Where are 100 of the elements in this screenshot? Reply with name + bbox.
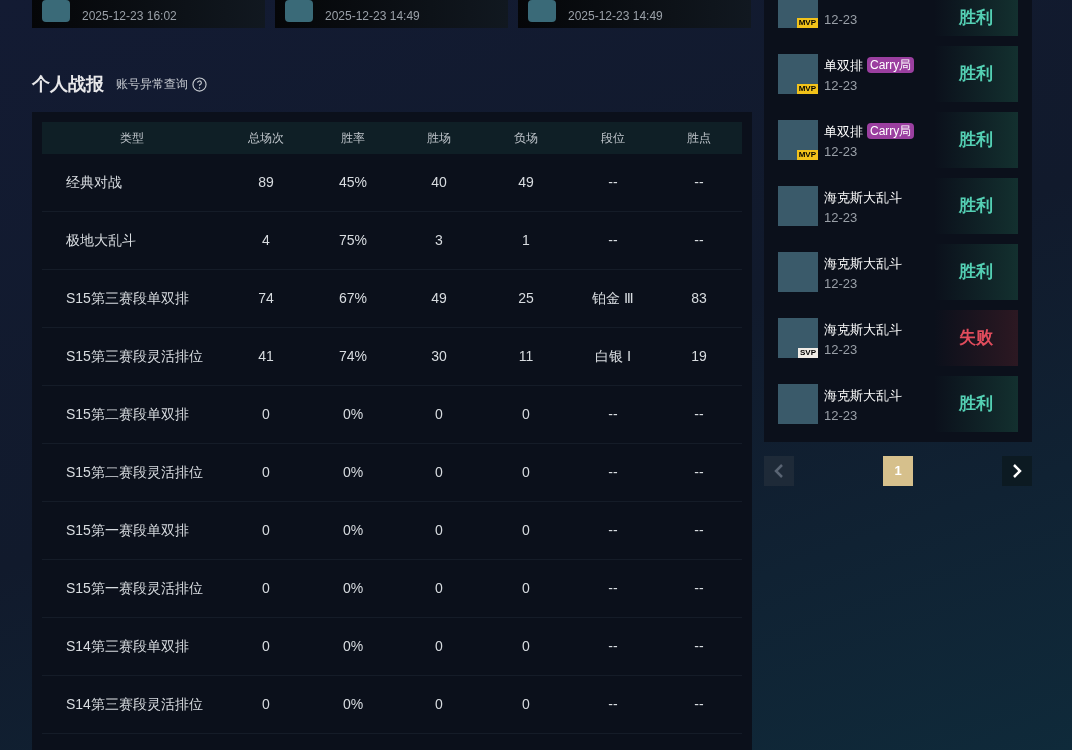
section-title: 个人战报 [32, 72, 104, 96]
table-cell-text: -- [693, 173, 705, 192]
table-cell-text: S15第二赛段灵活排位 [65, 463, 204, 482]
table-cell-text: -- [607, 173, 619, 192]
column-header: 段位 [600, 130, 626, 147]
game-mode: 海克斯大乱斗 [824, 254, 902, 273]
match-card[interactable]: 2025-12-23 16:02 [32, 0, 265, 28]
rank-badge: MVP [796, 18, 818, 28]
column-header: 类型 [119, 130, 145, 147]
table-cell-text: 30 [430, 347, 448, 366]
table-cell-text: -- [693, 405, 705, 424]
match-card[interactable]: 2025-12-23 14:49 [518, 0, 751, 28]
table-cell-text: -- [607, 637, 619, 656]
table-cell-text: 25 [517, 289, 535, 308]
table-cell-text: 40 [430, 173, 448, 192]
table-cell-text: 0% [341, 637, 365, 656]
table-cell-text: S15第二赛段单双排 [65, 405, 190, 424]
column-header: 胜率 [340, 130, 366, 147]
table-cell-text: 0 [434, 405, 444, 424]
next-page-button[interactable] [1002, 456, 1032, 486]
table-cell-text: 11 [517, 347, 535, 366]
match-date: 12-23 [824, 79, 859, 92]
table-cell-text: -- [693, 463, 705, 482]
table-cell-text: 1 [521, 231, 531, 250]
game-mode: 单双排 [824, 56, 863, 75]
table-cell-text: S14第三赛段单双排 [65, 637, 190, 656]
table-cell-text: 4 [261, 231, 271, 250]
table-cell-text: 0 [434, 463, 444, 482]
game-mode: 单双排 [824, 122, 863, 141]
game-mode: 海克斯大乱斗 [824, 320, 902, 339]
table-cell-text: 0 [261, 637, 271, 656]
table-cell-text: 0 [521, 579, 531, 598]
table-cell-text: S15第一赛段灵活排位 [65, 579, 204, 598]
table-cell-text: -- [607, 695, 619, 714]
table-cell-text: 49 [430, 289, 448, 308]
table-cell-text: S15第一赛段单双排 [65, 521, 190, 540]
table-cell-text: 0 [521, 463, 531, 482]
table-cell-text: 0 [434, 637, 444, 656]
table-cell-text: 49 [517, 173, 535, 192]
table-cell-text: 74 [257, 289, 275, 308]
avatar-placeholder [778, 252, 818, 292]
game-mode: 海克斯大乱斗 [824, 386, 902, 405]
carry-tag: Carry局 [867, 123, 915, 140]
table-cell-text: -- [607, 405, 619, 424]
rank-badge: MVP [796, 150, 818, 160]
table-cell-text: 0 [261, 521, 271, 540]
help-icon [192, 76, 207, 92]
table-cell-text: 0 [434, 579, 444, 598]
table-cell-text: 经典对战 [65, 173, 123, 192]
table-cell-text: 0% [341, 405, 365, 424]
table-cell-text: 0 [434, 695, 444, 714]
table-cell-text: S15第三赛段单双排 [65, 289, 190, 308]
table-cell-text: -- [607, 463, 619, 482]
table-cell-text: -- [693, 231, 705, 250]
avatar-placeholder [528, 0, 556, 22]
table-cell-text: 41 [257, 347, 275, 366]
table-cell-text: 0 [521, 521, 531, 540]
match-date: 12-23 [824, 277, 859, 290]
table-cell-text: 83 [690, 289, 708, 308]
carry-tag: Carry局 [867, 57, 915, 74]
avatar-placeholder [778, 384, 818, 424]
match-date: 2025-12-23 16:02 [82, 10, 177, 22]
table-cell-text: 0 [261, 579, 271, 598]
chevron-right-icon [1012, 464, 1022, 478]
rank-badge: SVP [798, 348, 818, 358]
match-date: 2025-12-23 14:49 [325, 10, 420, 22]
table-cell-text: 19 [690, 347, 708, 366]
table-cell-text: -- [607, 521, 619, 540]
match-date: 12-23 [824, 13, 859, 26]
table-cell-text: -- [693, 579, 705, 598]
rank-badge: MVP [796, 84, 818, 94]
column-header: 总场次 [247, 130, 285, 147]
table-cell-text: -- [607, 231, 619, 250]
table-cell-text: S14第三赛段灵活排位 [65, 695, 204, 714]
table-cell-text: 0% [341, 579, 365, 598]
table-cell-text: 74% [338, 347, 368, 366]
table-cell-text: 0% [341, 463, 365, 482]
table-cell-text: 3 [434, 231, 444, 250]
table-cell-text: -- [693, 695, 705, 714]
table-cell-text: -- [693, 521, 705, 540]
table-cell-text: -- [607, 579, 619, 598]
table-cell-text: 89 [257, 173, 275, 192]
match-card[interactable]: 2025-12-23 14:49 [275, 0, 508, 28]
table-cell-text: 0% [341, 695, 365, 714]
avatar-placeholder [778, 186, 818, 226]
table-cell-text: 0 [261, 405, 271, 424]
account-check-link[interactable]: 账号异常查询 [116, 75, 207, 93]
table-cell-text: 极地大乱斗 [65, 231, 137, 250]
column-header: 胜点 [686, 130, 712, 147]
avatar-placeholder [285, 0, 313, 22]
table-cell-text: 0 [434, 521, 444, 540]
chevron-left-icon [774, 464, 784, 478]
match-date: 12-23 [824, 343, 859, 356]
table-cell-text: S15第三赛段灵活排位 [65, 347, 204, 366]
column-header: 负场 [513, 130, 539, 147]
table-cell-text: 45% [338, 173, 368, 192]
table-cell-text: 0 [521, 695, 531, 714]
match-date: 12-23 [824, 145, 859, 158]
match-date: 12-23 [824, 409, 859, 422]
table-cell-text: -- [693, 637, 705, 656]
